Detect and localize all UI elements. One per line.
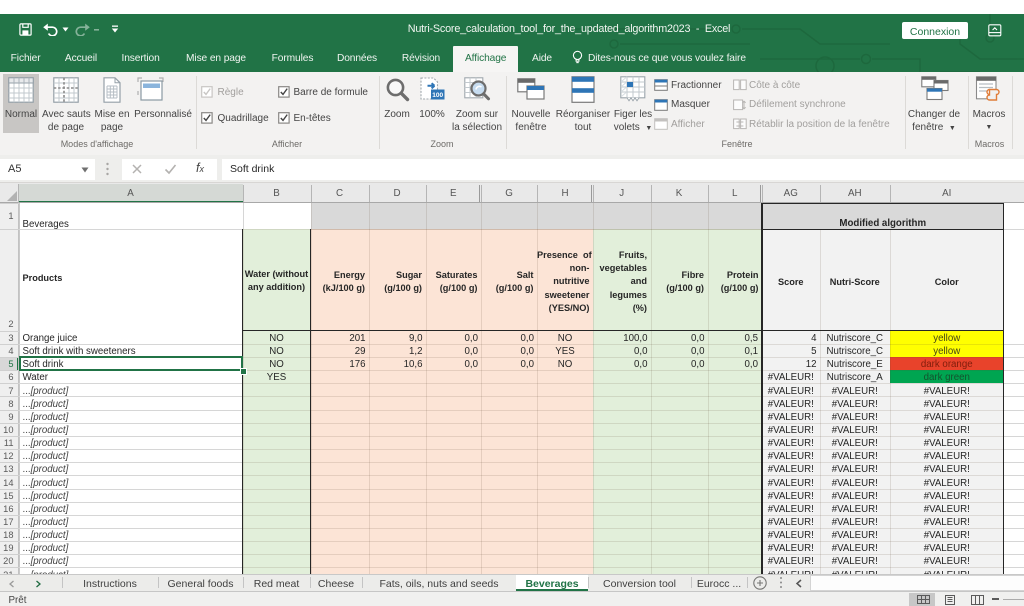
svg-text:100: 100 — [432, 92, 443, 99]
